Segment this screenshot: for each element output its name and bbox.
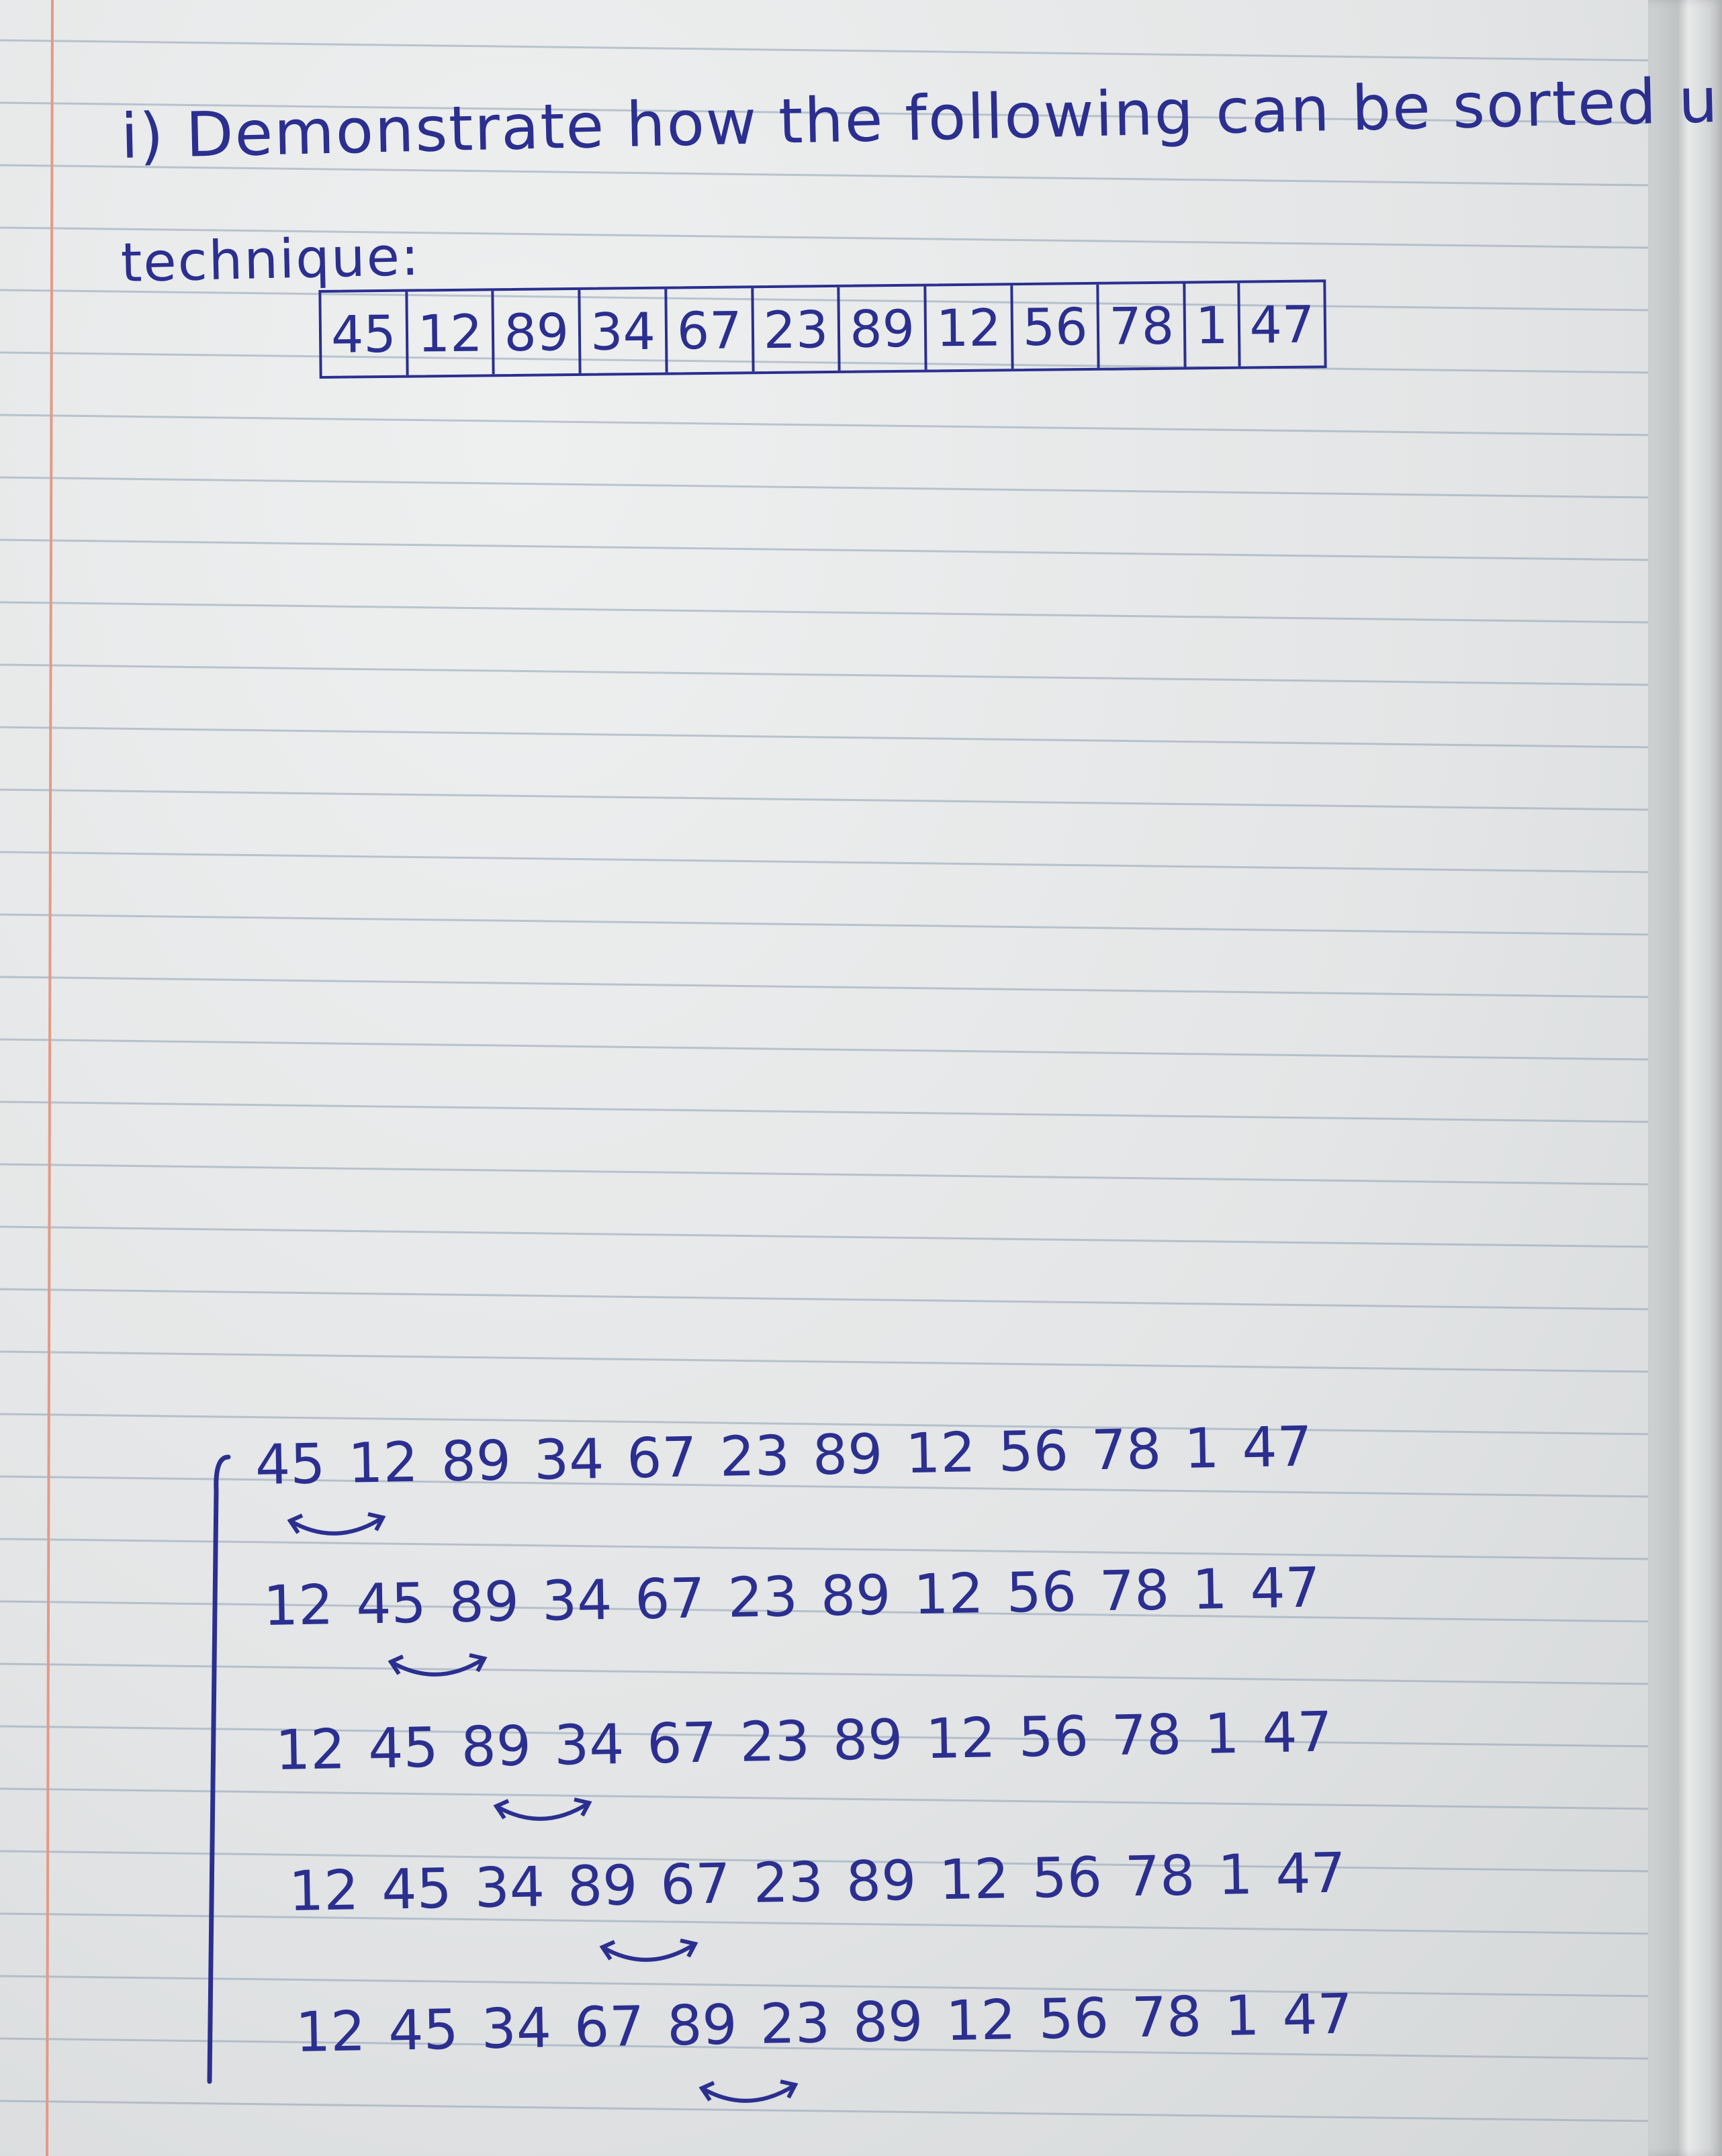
step-value: 47 [1241, 1415, 1313, 1481]
step-value: 67 [634, 1566, 706, 1632]
bubble-sort-steps: 45 12 89 34 67 23 89 12 56 78 1 47 12 45 89 34 67 23 89 12 5… [0, 0, 1722, 2156]
step-value: 12 [347, 1430, 419, 1496]
step-value: 56 [1031, 1845, 1103, 1911]
step-value: 45 [367, 1716, 439, 1781]
step-value: 78 [1099, 1558, 1171, 1624]
step-value: 12 [263, 1573, 334, 1638]
step-value: 56 [1017, 1704, 1089, 1770]
step-value: 23 [739, 1709, 811, 1775]
swap-arrow-icon [287, 1512, 386, 1536]
step-value: 12 [905, 1421, 977, 1487]
step-value: 89 [820, 1563, 892, 1629]
step-value: 45 [388, 1998, 459, 2063]
step-value: 12 [913, 1562, 985, 1628]
sort-step-row: 45 12 89 34 67 23 89 12 56 78 1 47 [255, 1415, 1312, 1497]
step-value: 12 [945, 1988, 1017, 2054]
step-value: 34 [480, 1996, 552, 2062]
step-value: 23 [759, 1991, 831, 2057]
step-value: 47 [1261, 1700, 1333, 1766]
step-value: 56 [997, 1419, 1069, 1485]
step-value: 45 [381, 1857, 453, 1922]
step-value: 89 [460, 1714, 532, 1780]
step-value: 34 [541, 1568, 613, 1634]
step-value: 12 [938, 1847, 1010, 1913]
step-value: 23 [727, 1565, 799, 1630]
step-value: 47 [1249, 1556, 1321, 1622]
sort-step-row: 12 45 89 34 67 23 89 12 56 78 1 47 [263, 1556, 1320, 1638]
step-value: 67 [660, 1852, 731, 1918]
step-value: 67 [574, 1994, 645, 2060]
step-value: 89 [567, 1853, 639, 1919]
step-value: 67 [646, 1711, 718, 1777]
swap-arrow-icon [599, 1938, 698, 1962]
step-value: 1 [1224, 1983, 1261, 2049]
step-value: 89 [832, 1707, 904, 1773]
step-value: 78 [1124, 1844, 1196, 1910]
step-value: 45 [355, 1571, 427, 1637]
step-value: 89 [440, 1429, 512, 1495]
step-value: 45 [255, 1432, 326, 1497]
step-value: 1 [1217, 1842, 1254, 1908]
step-value: 47 [1281, 1982, 1353, 2048]
step-value: 89 [812, 1422, 884, 1488]
step-value: 12 [288, 1859, 360, 1924]
step-value: 12 [295, 2000, 367, 2065]
sort-step-row: 12 45 89 34 67 23 89 12 56 78 1 47 [275, 1701, 1332, 1783]
step-value: 56 [1005, 1560, 1077, 1626]
step-value: 78 [1111, 1703, 1183, 1769]
step-value: 12 [925, 1706, 997, 1772]
step-value: 89 [852, 1989, 924, 2055]
sort-step-row: 12 45 34 89 67 23 89 12 56 78 1 47 [288, 1842, 1346, 1924]
swap-arrow-icon [493, 1797, 592, 1821]
swap-arrow-icon [388, 1653, 488, 1677]
step-value: 1 [1183, 1416, 1220, 1481]
step-value: 78 [1131, 1985, 1203, 2051]
notebook-page: i) Demonstrate how the following can be … [0, 0, 1722, 2156]
step-value: 34 [553, 1712, 625, 1778]
step-value: 89 [448, 1570, 520, 1636]
step-value: 34 [533, 1427, 605, 1493]
step-value: 1 [1191, 1557, 1228, 1622]
step-value: 78 [1091, 1417, 1163, 1483]
sort-step-row: 12 45 34 67 89 23 89 12 56 78 1 47 [295, 1983, 1353, 2065]
step-value: 1 [1204, 1701, 1240, 1767]
step-value: 47 [1275, 1841, 1347, 1907]
step-value: 67 [626, 1425, 698, 1491]
step-value: 89 [846, 1848, 917, 1914]
step-value: 23 [719, 1424, 790, 1489]
step-value: 12 [275, 1718, 347, 1783]
step-value: 34 [473, 1855, 545, 1921]
step-value: 89 [666, 1993, 738, 2059]
step-value: 23 [752, 1850, 824, 1916]
swap-arrow-icon [698, 2079, 799, 2103]
step-value: 56 [1038, 1986, 1109, 2052]
